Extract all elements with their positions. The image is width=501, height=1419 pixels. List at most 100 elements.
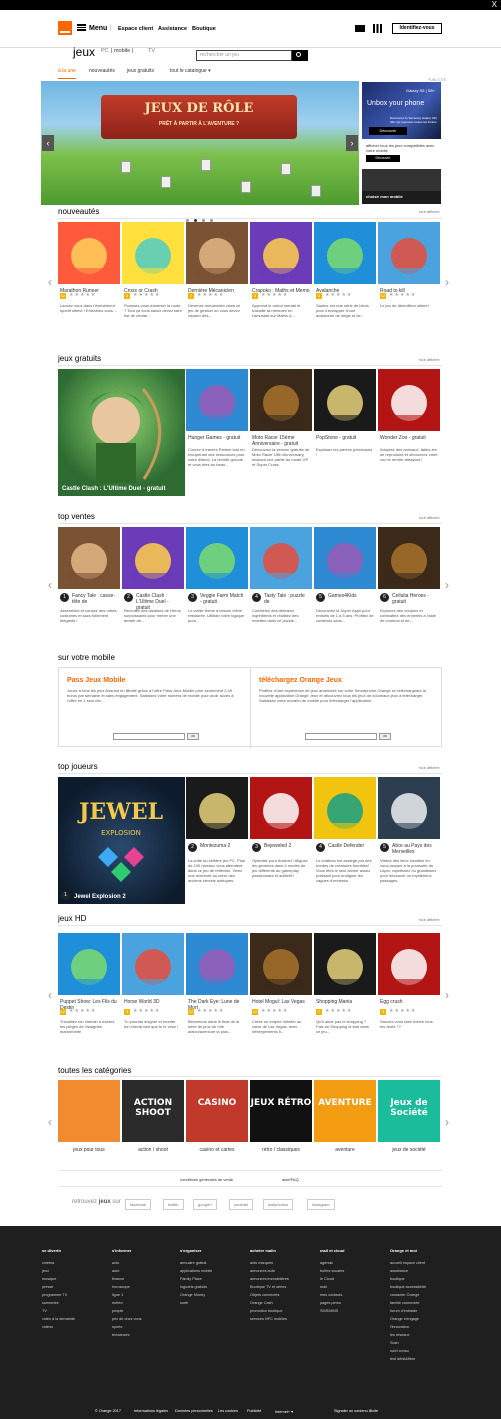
nouveautes-game-tile[interactable]: Cross or Crash 3 ★★★★★ Poussez-vous travers…: [122, 222, 184, 334]
search-input[interactable]: rechercher un jeu: [196, 50, 292, 61]
footer-link[interactable]: ligue 1: [112, 1291, 142, 1299]
show-all-topventes[interactable]: tout afficher: [419, 515, 440, 520]
social-twitter[interactable]: twitter: [163, 1199, 184, 1210]
topventes-game-image[interactable]: [314, 527, 376, 589]
carousel-next-icon[interactable]: ›: [445, 578, 449, 592]
ad-discover-button[interactable]: Découvrir: [369, 127, 407, 135]
topventes-game-tile[interactable]: 6 Cellulia Heroes - gratuit Explorez des d…: [378, 527, 440, 639]
hamburger-icon[interactable]: [77, 24, 86, 31]
topventes-game-tile[interactable]: 2 Castle Clash : L'Ultime Duel - gratuit R…: [122, 527, 184, 639]
pass-ok-button[interactable]: ok: [187, 733, 199, 740]
topventes-game-image[interactable]: [186, 527, 248, 589]
footer-link[interactable]: promotion boutique: [250, 1307, 289, 1315]
game-name[interactable]: Veggie Farm Match - gratuit: [200, 593, 246, 605]
download-ok-button[interactable]: ok: [379, 733, 391, 740]
footer-link[interactable]: Orange Cash: [250, 1299, 289, 1307]
legal-link[interactable]: Données personnelles: [175, 1409, 213, 1413]
footer-link[interactable]: actu marques: [250, 1259, 289, 1267]
footer-link[interactable]: assistance: [390, 1267, 426, 1275]
nouveautes-game-image[interactable]: [378, 222, 440, 284]
close-icon[interactable]: X: [492, 0, 497, 10]
social-dailymotion[interactable]: dailymotion: [263, 1199, 294, 1210]
footer-link[interactable]: pages perso: [320, 1299, 344, 1307]
featured-game-jewel-explosion[interactable]: JEWEL EXPLOSION 1 Jewel Explosion 2: [58, 777, 185, 904]
tab-jeux-gratuits[interactable]: jeux gratuits: [127, 68, 154, 74]
show-all-nouveautes[interactable]: tout afficher: [419, 209, 440, 214]
nouveautes-game-image[interactable]: [314, 222, 376, 284]
category-name[interactable]: jeux de société: [380, 1147, 438, 1153]
game-name[interactable]: Tasty Tale : puzzle de: [264, 593, 310, 605]
game-name[interactable]: Fancy Tale : casse-tête de: [72, 593, 118, 605]
footer-link[interactable]: annonces immobilières: [250, 1275, 289, 1283]
hd-game-image[interactable]: [186, 933, 248, 995]
jeux-pc-link[interactable]: PC: [101, 48, 109, 54]
topjoueurs-game-image[interactable]: [250, 777, 312, 839]
footer-link[interactable]: Sosh: [390, 1339, 426, 1347]
topventes-game-tile[interactable]: 1 Fancy Tale : casse-tête de Assemblez et …: [58, 527, 120, 639]
category-image[interactable]: CASINO: [186, 1080, 248, 1142]
footer-link[interactable]: prix de chez vous: [112, 1315, 142, 1323]
footer-link[interactable]: presse: [42, 1283, 75, 1291]
game-name[interactable]: PopStone - gratuit: [316, 435, 374, 441]
gratuits-game-image[interactable]: [314, 369, 376, 431]
footer-link[interactable]: jeux: [42, 1267, 75, 1275]
phone-number-input[interactable]: [113, 733, 185, 740]
game-name[interactable]: Horse World 3D: [124, 999, 182, 1005]
footer-link[interactable]: boutique accessibilité: [390, 1283, 426, 1291]
topjoueurs-game-image[interactable]: [314, 777, 376, 839]
game-name[interactable]: Montezuma 2: [200, 843, 246, 849]
topjoueurs-game-tile[interactable]: 5 Alice au Pays des Merveilles Visitez des…: [378, 777, 440, 904]
category-tile[interactable]: CASINO casino et cartes: [186, 1080, 248, 1160]
gratuits-game-tile[interactable]: Wonder Zoo - gratuit Adoptez des animaux,…: [378, 369, 440, 497]
game-name[interactable]: Hotel Mogul: Las Vegas: [252, 999, 310, 1005]
gratuits-game-image[interactable]: [250, 369, 312, 431]
tab-a-la-une[interactable]: à la une: [58, 68, 76, 79]
category-name[interactable]: aventure: [316, 1147, 374, 1153]
footer-link[interactable]: services NFC mobiles: [250, 1315, 289, 1323]
footer-link[interactable]: le Cloud: [320, 1275, 344, 1283]
footer-link[interactable]: musique: [42, 1275, 75, 1283]
topjoueurs-game-image[interactable]: [378, 777, 440, 839]
footer-link[interactable]: tendances: [112, 1331, 142, 1339]
hd-game-image[interactable]: [314, 933, 376, 995]
footer-link[interactable]: sonneries: [42, 1299, 75, 1307]
nouveautes-game-tile[interactable]: Road to kill 12 ★★★★★ Le jeu de démolition …: [378, 222, 440, 334]
nouveautes-game-image[interactable]: [186, 222, 248, 284]
hd-game-tile[interactable]: Horse World 3D 3 ★★★★★ Tu pourras soigner e…: [122, 933, 184, 1045]
featured-game-castle-clash[interactable]: Castle Clash : L'Ultime Duel - gratuit: [58, 369, 185, 496]
footer-link[interactable]: actu: [112, 1259, 142, 1267]
topventes-game-tile[interactable]: 3 Veggie Farm Match - gratuit La vieille f…: [186, 527, 248, 639]
footer-link[interactable]: boîtes vocales: [320, 1267, 344, 1275]
footer-link[interactable]: finance: [112, 1275, 142, 1283]
category-tile[interactable]: jeux pour tous: [58, 1080, 120, 1160]
footer-link[interactable]: people: [112, 1307, 142, 1315]
category-image[interactable]: Jeux de Société: [378, 1080, 440, 1142]
footer-link[interactable]: annuaire gratuit: [180, 1259, 212, 1267]
gratuits-game-tile[interactable]: Hunger Games - gratuit Courez à travers P…: [186, 369, 248, 497]
nouveautes-game-image[interactable]: [58, 222, 120, 284]
footer-link[interactable]: vidéo à la demande: [42, 1315, 75, 1323]
nouveautes-game-tile[interactable]: Crapoko : Maths et Memo 3 ★★★★★ Apprend le …: [250, 222, 312, 334]
carousel-next-icon[interactable]: ›: [445, 275, 449, 289]
topventes-game-image[interactable]: [122, 527, 184, 589]
footer-link[interactable]: vidéos: [42, 1323, 75, 1331]
nouveautes-game-tile[interactable]: Dernière Mécanicien 7 ★★★★★ Devenez mécanic…: [186, 222, 248, 334]
topventes-game-image[interactable]: [250, 527, 312, 589]
footer-link[interactable]: sortir: [180, 1299, 212, 1307]
footer-link[interactable]: les réseaux: [390, 1331, 426, 1339]
hd-game-image[interactable]: [122, 933, 184, 995]
footer-link[interactable]: boutique: [390, 1275, 426, 1283]
category-image[interactable]: [58, 1080, 120, 1142]
footer-link[interactable]: météo: [112, 1299, 142, 1307]
footer-link[interactable]: Objets connectés: [250, 1291, 289, 1299]
gratuits-game-image[interactable]: [378, 369, 440, 431]
hd-game-tile[interactable]: Egg crush 3 ★★★★★ Sauvez-vous faire éclore …: [378, 933, 440, 1045]
jeux-mobile-link[interactable]: | mobile |: [111, 48, 133, 54]
category-name[interactable]: rétro / classiques: [252, 1147, 310, 1153]
carousel-prev-icon[interactable]: ‹: [48, 988, 52, 1002]
footer-link[interactable]: TV: [42, 1307, 75, 1315]
topventes-game-tile[interactable]: 5 Games4Kids Découvrez la Super Appli pour…: [314, 527, 376, 639]
footer-link[interactable]: Orange s'engage: [390, 1315, 426, 1323]
game-name[interactable]: Shopping Mania: [316, 999, 374, 1005]
tab-catalogue[interactable]: tout le catalogue ▾: [170, 68, 211, 74]
